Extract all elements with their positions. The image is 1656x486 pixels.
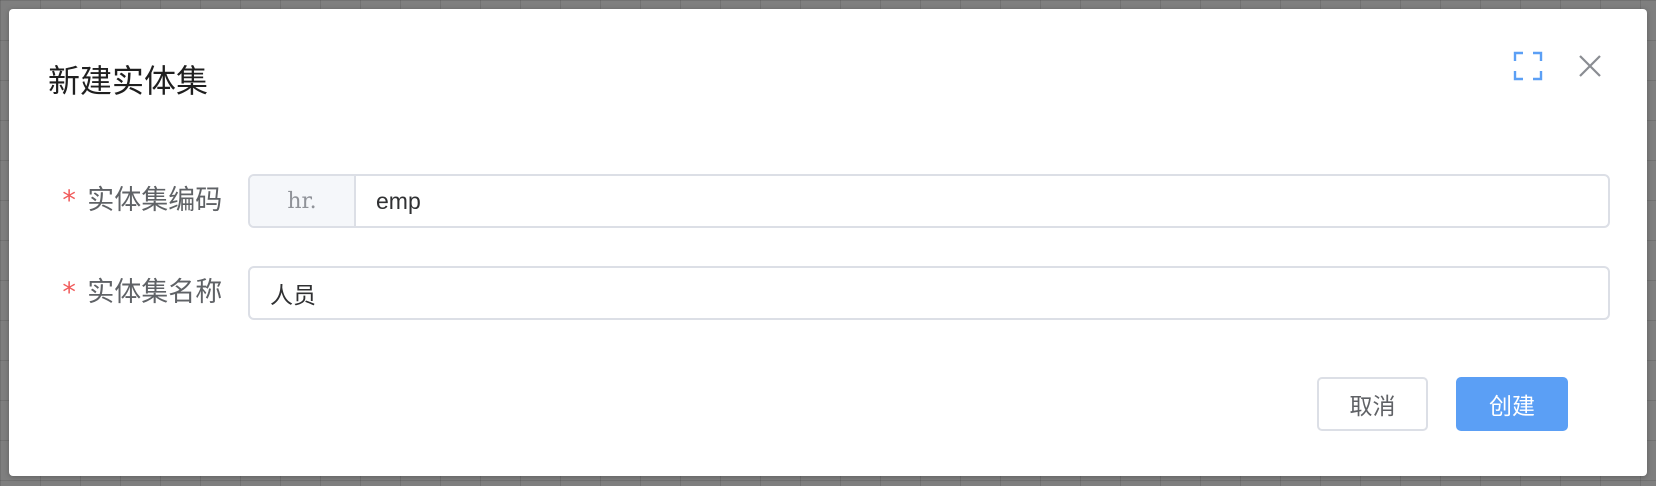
cancel-button[interactable]: 取消 [1317, 377, 1428, 431]
dialog-title: 新建实体集 [48, 62, 209, 100]
close-button[interactable] [1575, 51, 1605, 81]
fullscreen-button[interactable] [1513, 51, 1543, 81]
entity-set-code-input-group: hr. [248, 174, 1610, 228]
close-icon [1579, 55, 1601, 77]
form-row-entity-set-name: * 实体集名称 [9, 266, 1647, 322]
fullscreen-icon [1513, 51, 1543, 81]
entity-set-name-label: * 实体集名称 [61, 276, 222, 310]
entity-set-code-label: * 实体集编码 [61, 184, 222, 218]
code-prefix: hr. [250, 176, 356, 226]
form-row-entity-set-code: * 实体集编码 hr. [9, 174, 1647, 230]
create-button[interactable]: 创建 [1456, 377, 1568, 431]
entity-set-code-input[interactable] [356, 176, 1608, 226]
entity-set-name-input-group [248, 266, 1610, 320]
required-mark: * [61, 185, 78, 216]
entity-set-name-label-text: 实体集名称 [87, 277, 223, 308]
create-entity-set-dialog: 新建实体集 * 实体集编码 hr. * 实体集名称 取消 创建 [9, 9, 1647, 476]
entity-set-name-input[interactable] [250, 268, 1608, 318]
entity-set-code-label-text: 实体集编码 [87, 185, 223, 216]
required-mark: * [61, 277, 78, 308]
